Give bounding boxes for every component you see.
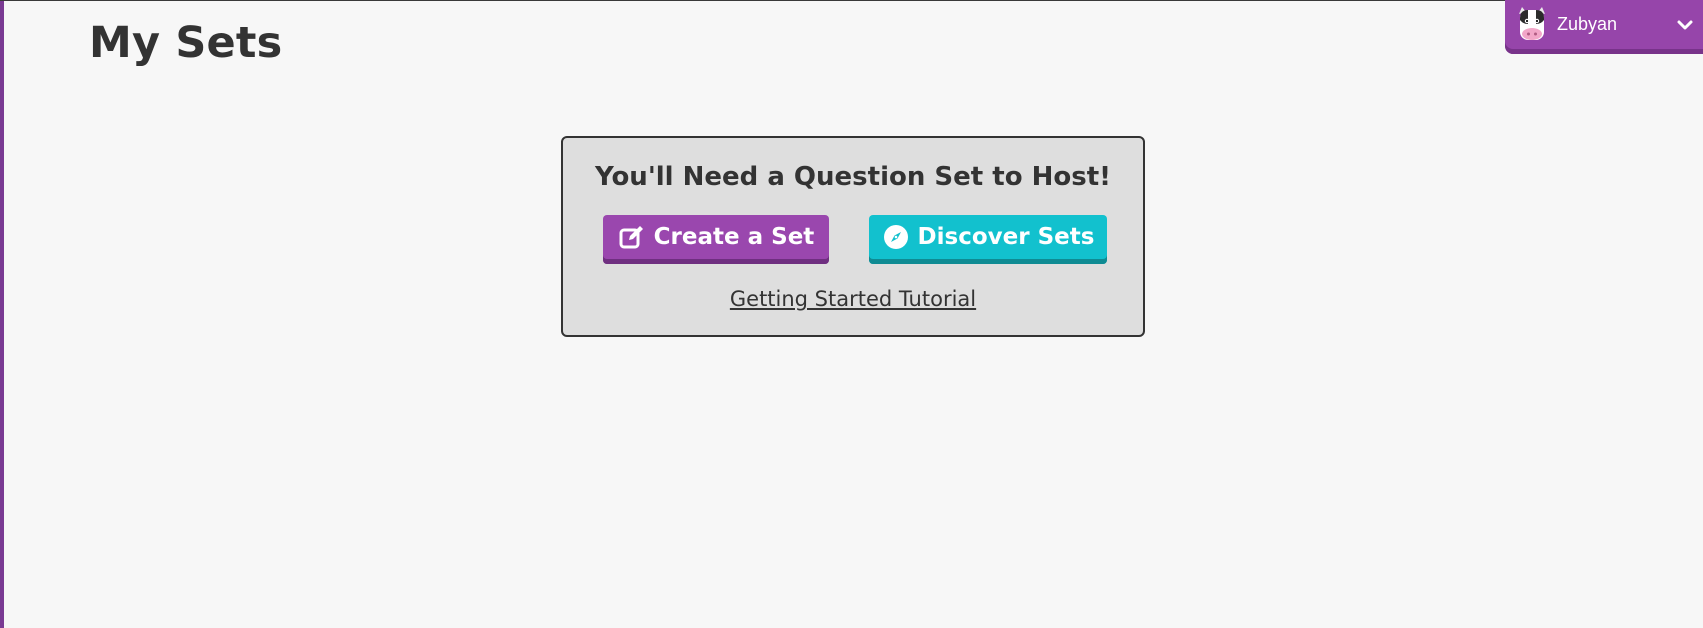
left-edge-accent <box>0 0 4 628</box>
user-menu[interactable]: Zubyan <box>1505 0 1703 54</box>
create-set-label: Create a Set <box>653 224 815 250</box>
compass-icon <box>883 225 908 249</box>
create-set-button[interactable]: Create a Set <box>603 215 829 264</box>
top-border <box>0 0 1703 1</box>
edit-icon <box>619 226 643 249</box>
chevron-down-icon <box>1677 20 1693 29</box>
empty-state-heading: You'll Need a Question Set to Host! <box>595 162 1111 192</box>
page-title: My Sets <box>89 18 283 68</box>
cow-avatar-icon <box>1519 6 1545 40</box>
username: Zubyan <box>1557 14 1618 34</box>
discover-sets-label: Discover Sets <box>917 224 1095 250</box>
discover-sets-button[interactable]: Discover Sets <box>869 215 1107 264</box>
getting-started-tutorial-link[interactable]: Getting Started Tutorial <box>563 287 1143 311</box>
empty-sets-card: You'll Need a Question Set to Host! Crea… <box>561 136 1145 337</box>
